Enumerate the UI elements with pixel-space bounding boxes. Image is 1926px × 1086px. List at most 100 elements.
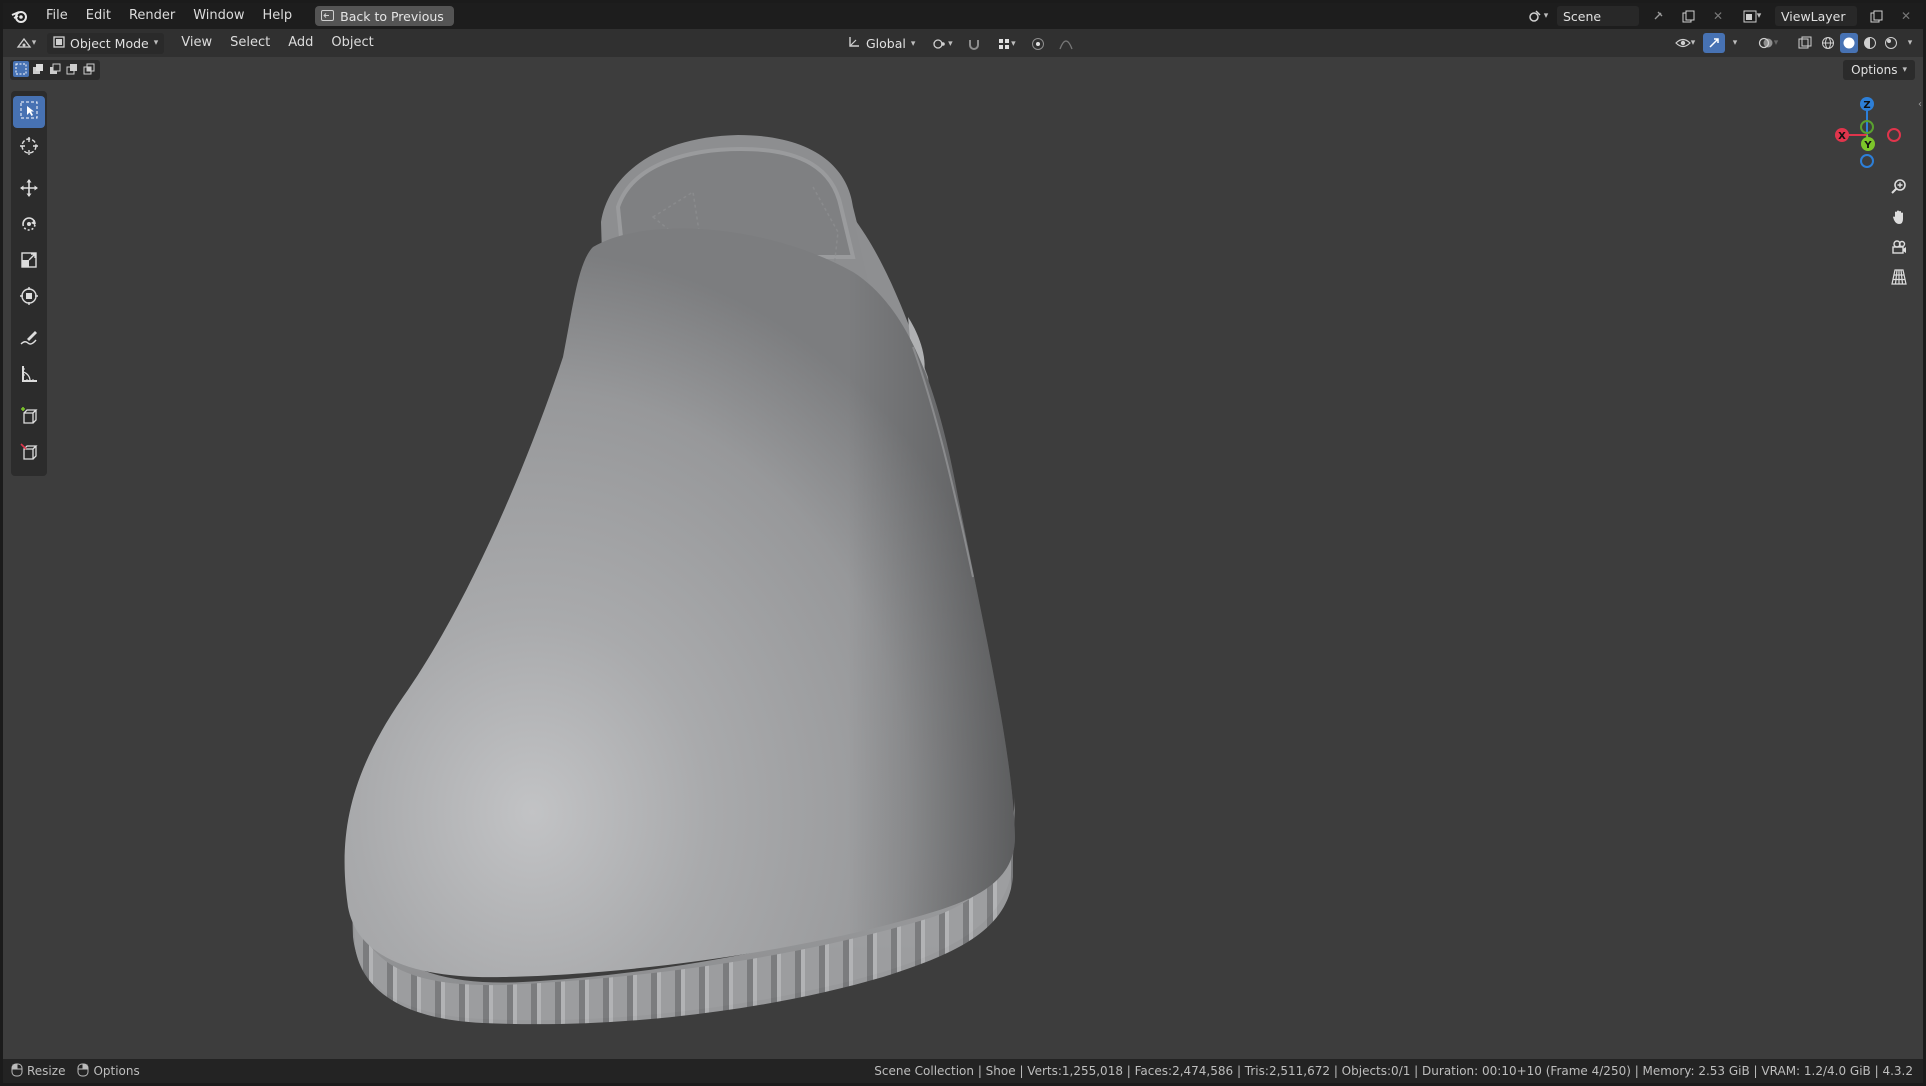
wireframe-shading-icon[interactable] bbox=[1819, 33, 1837, 53]
transform-tool[interactable] bbox=[13, 282, 45, 314]
z-axis-handle[interactable]: Z bbox=[1860, 97, 1874, 111]
back-to-previous-button[interactable]: Back to Previous bbox=[315, 6, 454, 26]
annotate-tool[interactable] bbox=[13, 324, 45, 356]
camera-view-button[interactable] bbox=[1885, 237, 1913, 261]
camera-icon bbox=[1890, 238, 1908, 260]
y-axis-handle[interactable]: Y bbox=[1861, 137, 1875, 151]
zoom-button[interactable] bbox=[1885, 177, 1913, 201]
status-bar: Resize Options Scene Collection | Shoe |… bbox=[3, 1059, 1923, 1083]
header-menu-add[interactable]: Add bbox=[279, 29, 322, 57]
scene-icon[interactable]: ▾ bbox=[1527, 6, 1549, 26]
select-box-tool[interactable] bbox=[13, 96, 45, 128]
delete-view-layer-icon[interactable]: ✕ bbox=[1895, 6, 1917, 26]
hand-icon bbox=[1890, 208, 1908, 230]
back-icon bbox=[321, 9, 335, 24]
status-resize-label: Resize bbox=[27, 1064, 66, 1078]
view-layer-field[interactable]: ViewLayer bbox=[1775, 6, 1857, 26]
measure-tool[interactable] bbox=[13, 360, 45, 392]
object-mode-label: Object Mode bbox=[70, 35, 149, 51]
viewport-nav-buttons bbox=[1885, 177, 1913, 291]
grid-icon bbox=[1890, 268, 1908, 290]
measure-icon bbox=[19, 364, 39, 388]
cursor-icon bbox=[19, 136, 39, 160]
shading-dropdown-icon[interactable]: ▾ bbox=[1903, 33, 1917, 53]
rotate-icon bbox=[19, 214, 39, 238]
menu-help[interactable]: Help bbox=[254, 3, 302, 29]
pin-icon[interactable] bbox=[1647, 6, 1669, 26]
neg-x-axis-icon[interactable] bbox=[1887, 128, 1901, 142]
rotate-tool[interactable] bbox=[13, 210, 45, 242]
perspective-toggle-button[interactable] bbox=[1885, 267, 1913, 291]
transform-orientation-dropdown[interactable]: Global ▾ bbox=[841, 33, 921, 54]
menu-file[interactable]: File bbox=[37, 3, 77, 29]
gizmo-dropdown-icon[interactable]: ▾ bbox=[1728, 33, 1742, 53]
z-axis-label: Z bbox=[1863, 100, 1870, 111]
edit-object-tool[interactable] bbox=[13, 438, 45, 470]
add-cube-icon bbox=[19, 406, 39, 430]
object-mode-icon bbox=[53, 35, 65, 51]
move-tool[interactable] bbox=[13, 174, 45, 206]
header-right-tools: ▾ ▾ ▾ ▾ bbox=[1670, 33, 1917, 53]
x-axis-label: X bbox=[1838, 131, 1846, 142]
proportional-editing-icon[interactable] bbox=[1027, 34, 1049, 54]
scale-icon bbox=[19, 250, 39, 274]
menu-window[interactable]: Window bbox=[184, 3, 253, 29]
transform-icon bbox=[19, 286, 39, 310]
overlays-icon[interactable]: ▾ bbox=[1753, 33, 1783, 53]
header-menu-view[interactable]: View bbox=[172, 29, 221, 57]
rendered-shading-icon[interactable] bbox=[1882, 33, 1900, 53]
delete-scene-icon[interactable]: ✕ bbox=[1707, 6, 1729, 26]
zoom-icon bbox=[1890, 178, 1908, 200]
cursor-tool[interactable] bbox=[13, 132, 45, 164]
pivot-point-icon[interactable]: ▾ bbox=[927, 34, 957, 54]
blender-window: File Edit Render Window Help Back to Pre… bbox=[3, 3, 1923, 1083]
add-cube-tool[interactable] bbox=[13, 402, 45, 434]
select-box-icon bbox=[19, 100, 39, 124]
blender-logo-icon[interactable] bbox=[3, 3, 37, 29]
navigation-gizmo[interactable]: Z X Y bbox=[1825, 95, 1915, 175]
solid-shading-icon[interactable] bbox=[1840, 33, 1858, 53]
view-layer-name: ViewLayer bbox=[1781, 8, 1846, 24]
xray-icon[interactable] bbox=[1794, 33, 1816, 53]
move-icon bbox=[19, 178, 39, 202]
mouse-left-icon bbox=[11, 1063, 23, 1080]
back-to-previous-label: Back to Previous bbox=[340, 8, 444, 24]
visibility-icon[interactable]: ▾ bbox=[1670, 33, 1700, 53]
orientation-icon bbox=[847, 35, 861, 52]
menu-render[interactable]: Render bbox=[120, 3, 184, 29]
object-mode-dropdown[interactable]: Object Mode ▾ bbox=[47, 32, 165, 54]
falloff-icon[interactable] bbox=[1055, 34, 1077, 54]
menu-edit[interactable]: Edit bbox=[77, 3, 120, 29]
viewport-3d-scene[interactable] bbox=[3, 57, 1923, 1060]
mouse-right-icon bbox=[77, 1063, 89, 1080]
neg-z-axis-icon[interactable] bbox=[1860, 154, 1874, 168]
status-options-label: Options bbox=[93, 1064, 140, 1078]
y-axis-label: Y bbox=[1863, 140, 1872, 151]
status-left: Resize Options bbox=[3, 1063, 148, 1080]
view-layer-icon[interactable]: ▾ bbox=[1737, 6, 1767, 26]
chevron-down-icon: ▾ bbox=[153, 38, 159, 48]
edit-object-icon bbox=[19, 442, 39, 466]
editor-type-icon[interactable]: ▾ bbox=[11, 33, 41, 53]
x-axis-handle[interactable]: X bbox=[1835, 128, 1849, 142]
orientation-label: Global bbox=[866, 36, 906, 51]
top-bar-right: ▾ Scene ✕ ▾ ViewLayer ✕ bbox=[1527, 6, 1917, 26]
scale-tool[interactable] bbox=[13, 246, 45, 278]
annotate-icon bbox=[19, 328, 39, 352]
sidebar-toggle-icon[interactable]: ‹ bbox=[1918, 99, 1922, 110]
snap-icon[interactable] bbox=[963, 34, 985, 54]
new-view-layer-icon[interactable] bbox=[1865, 6, 1887, 26]
pan-button[interactable] bbox=[1885, 207, 1913, 231]
scene-statistics: Scene Collection | Shoe | Verts:1,255,01… bbox=[874, 1064, 1913, 1078]
gizmo-toggle-icon[interactable] bbox=[1703, 33, 1725, 53]
header-center-tools: Global ▾ ▾ ▾ bbox=[841, 33, 1077, 54]
new-scene-icon[interactable] bbox=[1677, 6, 1699, 26]
scene-name: Scene bbox=[1563, 8, 1602, 24]
material-preview-icon[interactable] bbox=[1861, 33, 1879, 53]
snap-target-icon[interactable]: ▾ bbox=[991, 34, 1021, 54]
scene-name-field[interactable]: Scene bbox=[1557, 6, 1639, 26]
header-menu-object[interactable]: Object bbox=[322, 29, 382, 57]
tool-shelf bbox=[11, 91, 47, 476]
header-menu-select[interactable]: Select bbox=[221, 29, 279, 57]
viewport-header: ▾ Object Mode ▾ View Select Add Object G… bbox=[3, 29, 1923, 57]
